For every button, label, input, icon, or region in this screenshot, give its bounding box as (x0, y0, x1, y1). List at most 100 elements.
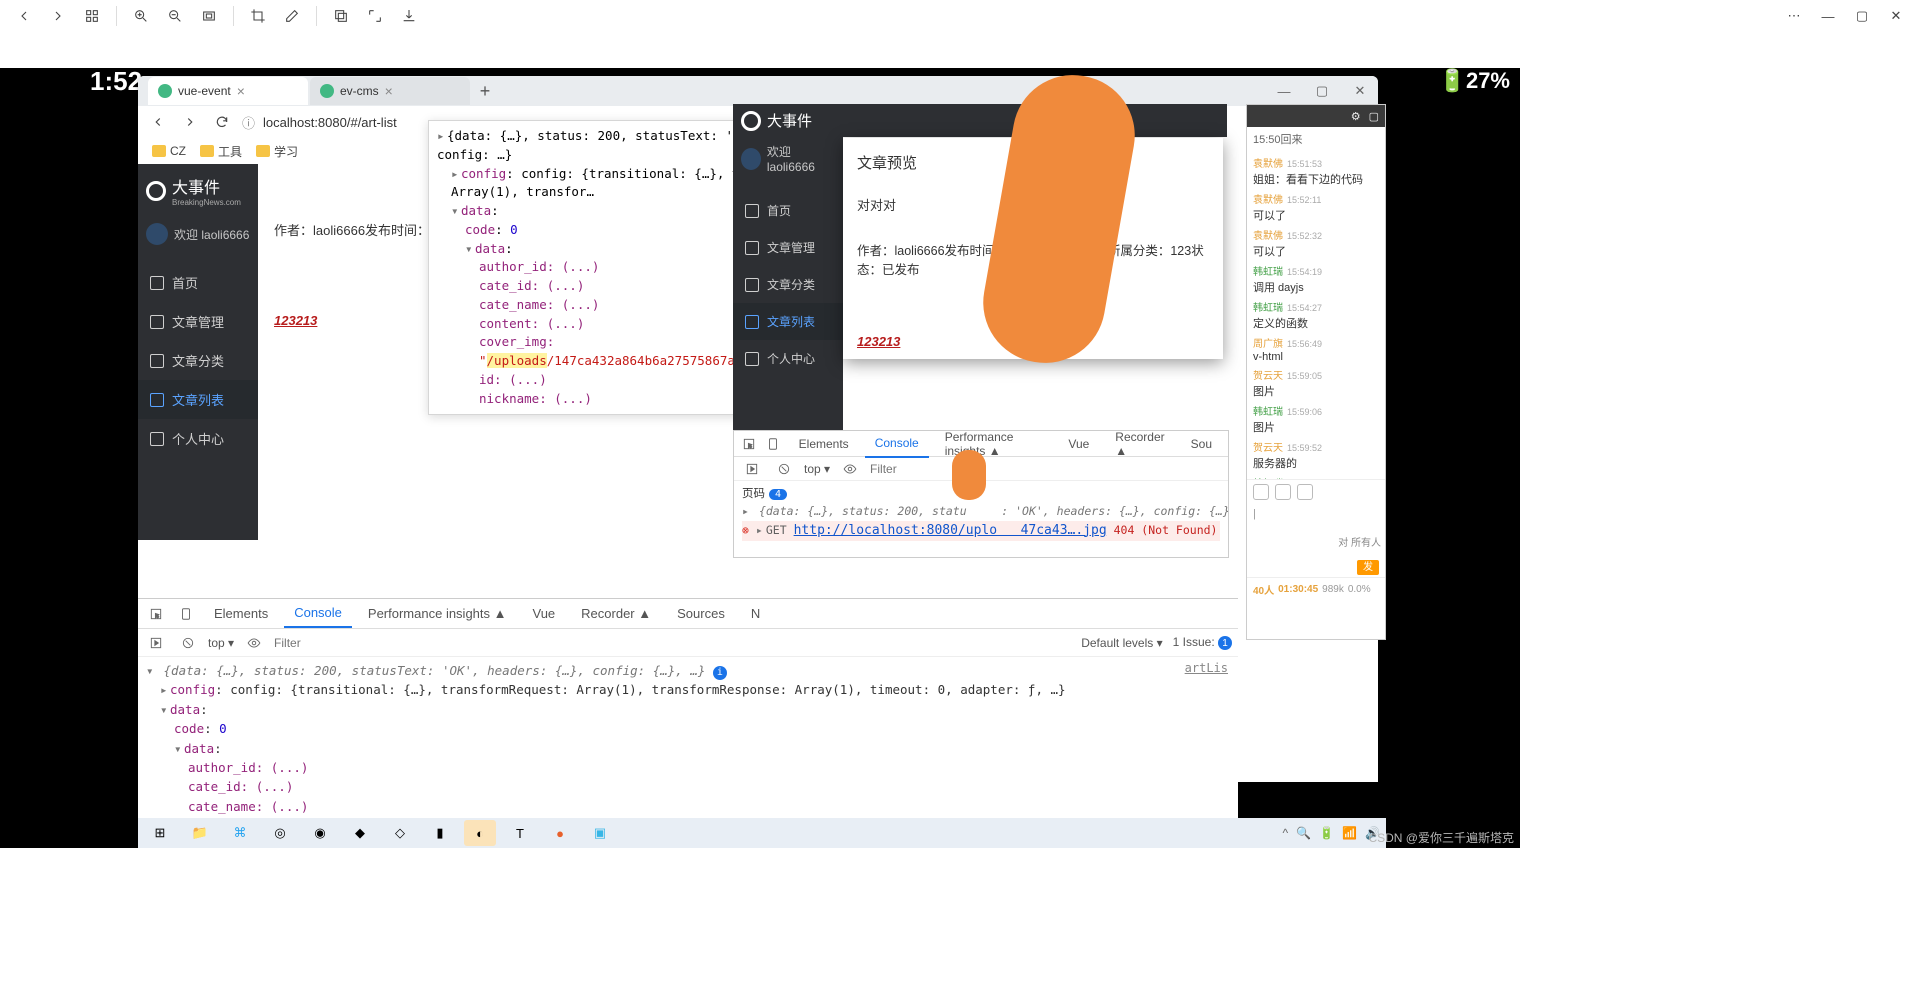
sidebar-item-article-cate[interactable]: 文章分类 (733, 266, 843, 303)
sidebar-item-home[interactable]: 首页 (733, 192, 843, 229)
expand-icon[interactable] (361, 2, 389, 30)
window-max-icon[interactable]: ▢ (1848, 2, 1876, 30)
viewer-back-icon[interactable] (10, 2, 38, 30)
clear-icon[interactable] (176, 631, 200, 655)
sidebar-item-profile[interactable]: 个人中心 (138, 419, 258, 458)
tab-close-icon[interactable]: × (237, 83, 245, 99)
text-icon[interactable]: T (504, 820, 536, 846)
info-icon[interactable]: i (713, 666, 727, 680)
bookmark-study[interactable]: 学习 (256, 143, 298, 160)
tray[interactable]: ^🔍🔋📶🔊 (1283, 826, 1380, 840)
context-selector[interactable]: top ▾ (208, 636, 234, 650)
app-icon-active[interactable]: ◐ (464, 820, 496, 846)
bookmark-cz[interactable]: CZ (152, 144, 186, 158)
app-icon-4[interactable]: ▣ (584, 820, 616, 846)
vscode-icon[interactable]: ⌘ (224, 820, 256, 846)
nav-reload-icon[interactable] (210, 110, 234, 134)
sidebar-item-article-list[interactable]: 文章列表 (733, 303, 843, 340)
tab-sources[interactable]: Sources (667, 600, 735, 627)
tab-elements[interactable]: Elements (789, 431, 859, 457)
eye-icon[interactable] (838, 457, 862, 481)
app-icon-1[interactable]: ◆ (344, 820, 376, 846)
nav-forward-icon[interactable] (178, 110, 202, 134)
copy-icon[interactable] (327, 2, 355, 30)
log-levels[interactable]: Default levels ▾ (1081, 636, 1162, 650)
tab-recorder[interactable]: Recorder ▲ (571, 600, 661, 627)
download-icon[interactable] (395, 2, 423, 30)
image-icon[interactable] (1297, 484, 1313, 500)
tab-close-icon[interactable]: × (385, 83, 393, 99)
more-icon[interactable]: ⋯ (1780, 2, 1808, 30)
status-battery: 🔋27% (1439, 68, 1510, 94)
screenshot-stage: 1:52 🔋27% vue-event × ev-cms × + — ▢ ✕ (0, 68, 1520, 848)
edge-icon[interactable]: ◎ (264, 820, 296, 846)
crop-icon[interactable] (244, 2, 272, 30)
device-icon[interactable] (764, 432, 782, 456)
send-button[interactable]: 发 (1357, 560, 1379, 575)
sidebar-item-article-cate[interactable]: 文章分类 (138, 341, 258, 380)
tab-console[interactable]: Console (284, 599, 352, 628)
tab-console[interactable]: Console (865, 430, 929, 458)
source-link[interactable]: artLis (1185, 661, 1228, 675)
device-icon[interactable] (174, 602, 198, 626)
chat-message: 贺云天15:59:52服务器的 (1253, 439, 1379, 471)
chat-pop-icon[interactable]: ▢ (1369, 110, 1379, 123)
tab-ev-cms[interactable]: ev-cms × (310, 77, 470, 105)
emoji-icon[interactable] (1253, 484, 1269, 500)
chrome-icon[interactable]: ◉ (304, 820, 336, 846)
tab-recorder[interactable]: Recorder ▲ (1105, 424, 1174, 464)
sidebar-item-profile[interactable]: 个人中心 (733, 340, 843, 377)
app-icon-3[interactable]: ● (544, 820, 576, 846)
explorer-icon[interactable]: 📁 (184, 820, 216, 846)
inspect-icon[interactable] (740, 432, 758, 456)
tab-vue[interactable]: Vue (1058, 431, 1099, 457)
tab-perf[interactable]: Performance insights ▲ (935, 424, 1053, 464)
devtools-main: Elements Console Performance insights ▲ … (138, 598, 1238, 848)
start-icon[interactable]: ⊞ (144, 820, 176, 846)
clear-icon[interactable] (772, 457, 796, 481)
recipient[interactable]: 对 所有人 (1338, 534, 1381, 549)
sidebar-item-article-mgmt[interactable]: 文章管理 (733, 229, 843, 266)
context-selector[interactable]: top ▾ (804, 462, 830, 476)
sidebar-item-article-list[interactable]: 文章列表 (138, 380, 258, 419)
nav-back-icon[interactable] (146, 110, 170, 134)
win-max-icon[interactable]: ▢ (1304, 77, 1340, 105)
zoom-out-icon[interactable] (161, 2, 189, 30)
sidebar: 大事件 BreakingNews.com 欢迎 laoli6666 首页 文章管… (138, 164, 258, 540)
tab-elements[interactable]: Elements (204, 600, 278, 627)
edit-icon[interactable] (278, 2, 306, 30)
win-min-icon[interactable]: — (1266, 77, 1302, 105)
window-min-icon[interactable]: — (1814, 2, 1842, 30)
fit-icon[interactable] (195, 2, 223, 30)
eye-icon[interactable] (242, 631, 266, 655)
tab-vue-event[interactable]: vue-event × (148, 77, 308, 105)
viewer-apps-icon[interactable] (78, 2, 106, 30)
zoom-in-icon[interactable] (127, 2, 155, 30)
chat-settings-icon[interactable]: ⚙ (1351, 110, 1361, 123)
window-close-icon[interactable]: ✕ (1882, 2, 1910, 30)
chat-messages[interactable]: 袁默佛15:51:53姐姐：看看下边的代码袁默佛15:52:11可以了袁默佛15… (1247, 151, 1385, 479)
win-close-icon[interactable]: ✕ (1342, 77, 1378, 105)
sidebar-item-home[interactable]: 首页 (138, 263, 258, 302)
tab-more[interactable]: N (741, 600, 770, 627)
sidebar-item-article-mgmt[interactable]: 文章管理 (138, 302, 258, 341)
issues[interactable]: 1 Issue: 1 (1173, 635, 1232, 651)
filter-input[interactable] (274, 636, 474, 650)
tab-perf[interactable]: Performance insights ▲ (358, 600, 517, 627)
viewer-forward-icon[interactable] (44, 2, 72, 30)
emoji-icon-2[interactable] (1275, 484, 1291, 500)
app-icon-2[interactable]: ◇ (384, 820, 416, 846)
inspect-icon[interactable] (144, 602, 168, 626)
bookmark-tools[interactable]: 工具 (200, 143, 242, 160)
tab-bar: vue-event × ev-cms × + — ▢ ✕ (138, 76, 1378, 106)
dialog-title: 文章预览 (857, 152, 1209, 173)
tab-vue[interactable]: Vue (523, 600, 566, 627)
new-tab-icon[interactable]: + (472, 81, 498, 102)
tab-sources[interactable]: Sou (1181, 431, 1222, 457)
play-icon[interactable] (144, 631, 168, 655)
chat-message: 袁默佛15:51:53姐姐：看看下边的代码 (1253, 155, 1379, 187)
terminal-icon[interactable]: ▮ (424, 820, 456, 846)
play-icon[interactable] (740, 457, 764, 481)
filter-input[interactable] (870, 462, 1070, 476)
chat-input[interactable]: | (1247, 504, 1385, 558)
